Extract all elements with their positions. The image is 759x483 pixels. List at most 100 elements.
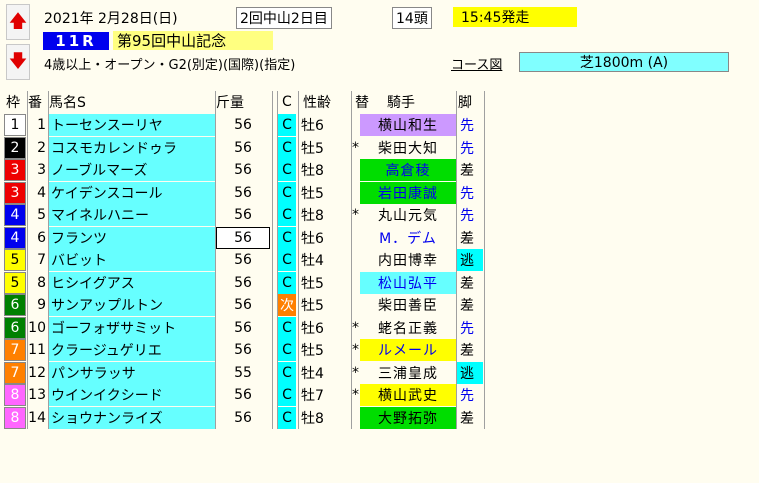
col-weight: 斤量 [216,95,244,111]
table-row[interactable]: 6 9 サンアップルトン 56 次牡5 柴田善臣 差 [4,294,494,316]
grid-line [484,91,485,429]
table-row[interactable]: 2 2 コスモカレンドゥラ 56 C 牡5 * 柴田大知先 [4,136,494,159]
horse-name[interactable]: ウインイクシード [49,384,215,406]
table-row[interactable]: 4 5 マイネルハニー 56 C 牡8 * 丸山元気 先 [4,204,494,226]
horse-name[interactable]: パンサラッサ [49,361,215,384]
sex-age: 牡5 [301,275,324,292]
jockey-name: 柴田善臣 [378,298,438,314]
jockey-name: 柴田大知 [378,140,438,157]
condition-mark: C [278,361,296,384]
horse-number: 13 [28,387,46,403]
frame-cell: 8 [4,406,26,429]
next-race-button[interactable]: 🡇 [6,44,30,80]
table-row[interactable]: 6 10 ゴーフォザサミット 56 C 牡6 * 蛯名正義 先 [4,316,494,339]
sex-age: 牡7 [301,388,324,404]
grid-line [351,91,352,429]
table-header: 枠 番 馬名S 斤量 C 性齢 替 騎手 脚 [4,91,494,113]
horse-name[interactable]: トーセンスーリヤ [49,114,215,136]
weight: 56 [234,387,252,403]
course-info: 芝1800m (A) [519,52,729,72]
weight: 56 [216,226,270,249]
table-row[interactable]: 8 14 ショウナンライズ 56 C 牡8 大野拓弥差 [4,406,494,429]
condition-mark: C [278,316,296,339]
sex-age: 牡8 [301,410,324,427]
weight: 56 [234,207,252,223]
weight: 56 [234,162,252,178]
table-row[interactable]: 3 3 ノーブルマーズ 56 C 牡8 高倉稜差 [4,159,494,181]
horse-name[interactable]: コスモカレンドゥラ [49,136,215,159]
horse-name[interactable]: ショウナンライズ [49,406,215,429]
weight: 56 [234,252,252,268]
grid-line [27,91,28,429]
table-row[interactable]: 1 1 トーセンスーリヤ 56 C 牡6 横山和生先 [4,114,494,136]
condition-mark: 次 [278,294,296,316]
jockey-name: 丸山元気 [378,208,438,224]
weight: 56 [234,117,252,133]
table-row[interactable]: 5 8 ヒシイグアス 56 C 牡5 松山弘平差 [4,271,494,294]
table-row[interactable]: 8 13 ウインイクシード 56 C 牡7 * 横山武史先 [4,384,494,406]
horse-number: 14 [28,409,46,426]
condition-mark: C [278,159,296,181]
col-c: C [282,94,292,110]
horse-name[interactable]: ゴーフォザサミット [49,316,215,339]
sex-age: 牡4 [301,253,324,269]
horse-name[interactable]: マイネルハニー [49,204,215,226]
running-style: 差 [460,343,474,359]
running-style: 先 [460,388,474,404]
jockey-name: 横山和生 [360,114,456,136]
race-year: 2021年 [44,11,94,27]
jockey-name: 松山弘平 [360,271,456,294]
horse-number: 10 [28,319,46,336]
grid-line [48,91,49,429]
horse-name[interactable]: ノーブルマーズ [49,159,215,181]
horse-number: 7 [37,252,46,268]
weight: 55 [234,364,252,381]
frame-cell: 3 [4,159,26,181]
horse-number: 3 [37,162,46,178]
jockey-name: 横山武史 [360,384,456,406]
col-sex-age: 性齢 [303,95,331,111]
running-style: 先 [460,185,474,202]
race-meeting: 2回中山2日目 [236,7,332,29]
sex-age: 牡5 [301,140,324,157]
prev-race-button[interactable]: 🡅 [6,4,30,40]
horse-name[interactable]: クラージュゲリエ [49,339,215,361]
col-horse[interactable]: 馬名S [49,91,149,113]
grid-line [277,91,278,429]
running-style: 差 [460,298,474,314]
frame-cell: 6 [4,316,26,339]
table-row[interactable]: 7 11 クラージュゲリエ 56 C 牡5 * ルメール差 [4,339,494,361]
horse-name[interactable]: バビット [49,249,215,271]
running-style: 差 [460,230,474,247]
running-style: 差 [460,410,474,427]
course-map-link[interactable]: コース図 [451,54,502,73]
condition-mark: C [278,339,296,361]
horse-number: 12 [28,364,46,381]
jockey-change-mark [352,227,360,249]
horse-name[interactable]: サンアップルトン [49,294,215,316]
jockey-change-mark [352,159,360,181]
jockey-change-mark [352,114,360,136]
horse-name[interactable]: ケイデンスコール [49,181,215,204]
sex-age: 牡6 [301,230,324,247]
condition-mark: C [278,181,296,204]
horse-name[interactable]: ヒシイグアス [49,271,215,294]
grid-line [272,91,273,429]
table-row[interactable]: 7 12 パンサラッサ 55 C 牡4 * 三浦皇成 逃 [4,361,494,384]
running-style: 差 [460,275,474,292]
table-row[interactable]: 3 4 ケイデンスコール 56 C 牡5 岩田康誠先 [4,181,494,204]
jockey-name: 蛯名正義 [378,320,438,337]
horse-number: 6 [37,229,46,246]
frame-cell: 8 [4,384,26,406]
horse-name[interactable]: フランツ [49,226,215,249]
grid-line [298,91,299,429]
frame-cell: 1 [4,114,26,136]
jockey-change-mark [352,182,360,204]
horse-number: 4 [37,184,46,201]
race-name: 第95回中山記念 [113,31,273,50]
condition-mark: C [278,114,296,136]
table-row[interactable]: 5 7 バビット 56 C 牡4 内田博幸 逃 [4,249,494,271]
arrow-up-icon: 🡅 [8,11,28,32]
horse-number: 1 [37,117,46,133]
table-row[interactable]: 4 6 フランツ 56 C 牡6 M．デム 差 [4,226,494,249]
